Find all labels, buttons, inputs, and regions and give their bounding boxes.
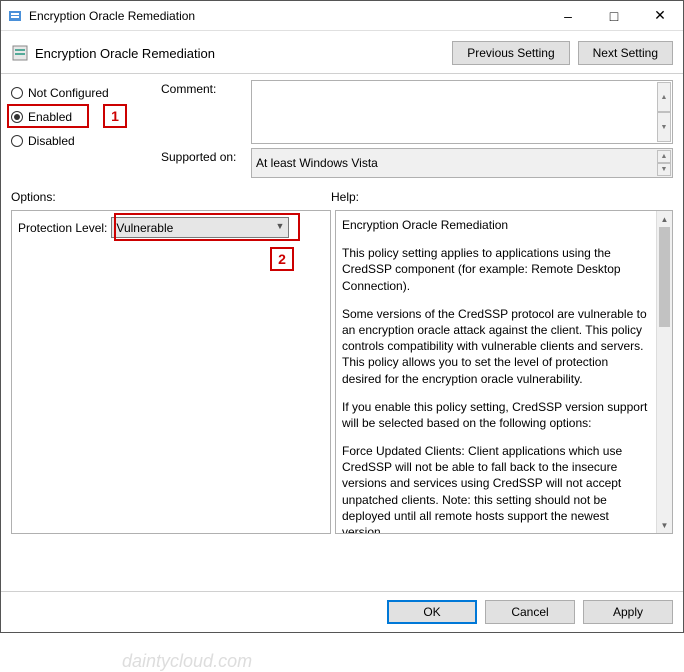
ok-button[interactable]: OK — [387, 600, 477, 624]
spin-buttons[interactable]: ▲▼ — [657, 150, 671, 176]
help-text: Encryption Oracle Remediation This polic… — [336, 211, 656, 533]
protection-level-select[interactable]: Vulnerable ▼ — [111, 217, 289, 238]
app-icon — [7, 8, 23, 24]
radio-icon — [11, 87, 23, 99]
help-paragraph: Force Updated Clients: Client applicatio… — [342, 443, 650, 533]
radio-icon — [11, 111, 23, 123]
options-label: Options: — [11, 190, 331, 204]
maximize-button[interactable]: □ — [591, 1, 637, 30]
radio-label: Disabled — [28, 134, 75, 148]
supported-on-label: Supported on: — [161, 148, 251, 164]
help-paragraph: If you enable this policy setting, CredS… — [342, 399, 650, 431]
radio-disabled[interactable]: Disabled — [11, 130, 151, 152]
help-panel: Encryption Oracle Remediation This polic… — [335, 210, 673, 534]
policy-icon — [11, 44, 29, 62]
chevron-up-icon: ▲ — [657, 82, 671, 112]
supported-on-value: At least Windows Vista — [256, 156, 378, 170]
state-radios: Not Configured Enabled Disabled 1 — [11, 80, 151, 182]
annotation-number-2: 2 — [270, 247, 294, 271]
help-paragraph: Some versions of the CredSSP protocol ar… — [342, 306, 650, 387]
dialog-window: Encryption Oracle Remediation – □ ✕ Encr… — [0, 0, 684, 633]
apply-button[interactable]: Apply — [583, 600, 673, 624]
close-button[interactable]: ✕ — [637, 1, 683, 30]
previous-setting-button[interactable]: Previous Setting — [452, 41, 569, 65]
page-title: Encryption Oracle Remediation — [35, 46, 452, 61]
chevron-down-icon: ▼ — [657, 163, 671, 176]
options-panel: Protection Level: Vulnerable ▼ 2 daintyc… — [11, 210, 331, 534]
help-label: Help: — [331, 190, 673, 204]
window-title: Encryption Oracle Remediation — [29, 9, 545, 23]
scrollbar[interactable]: ▲ ▼ — [656, 211, 672, 533]
titlebar: Encryption Oracle Remediation – □ ✕ — [1, 1, 683, 31]
radio-not-configured[interactable]: Not Configured — [11, 82, 151, 104]
dialog-footer: OK Cancel Apply — [1, 591, 683, 632]
scroll-down-icon: ▼ — [657, 517, 672, 533]
help-paragraph: Encryption Oracle Remediation — [342, 217, 650, 233]
spin-buttons[interactable]: ▲▼ — [657, 82, 671, 142]
protection-level-label: Protection Level: — [18, 221, 107, 235]
watermark: daintycloud.com — [122, 651, 252, 672]
chevron-down-icon: ▼ — [657, 112, 671, 142]
radio-label: Not Configured — [28, 86, 109, 100]
supported-on-field: At least Windows Vista ▲▼ — [251, 148, 673, 178]
scroll-thumb[interactable] — [659, 227, 670, 327]
help-paragraph: This policy setting applies to applicati… — [342, 245, 650, 294]
radio-enabled[interactable]: Enabled — [11, 106, 151, 128]
chevron-up-icon: ▲ — [657, 150, 671, 163]
chevron-down-icon: ▼ — [275, 221, 284, 231]
comment-label: Comment: — [161, 80, 251, 96]
minimize-button[interactable]: – — [545, 1, 591, 30]
cancel-button[interactable]: Cancel — [485, 600, 575, 624]
scroll-up-icon: ▲ — [657, 211, 672, 227]
comment-textarea[interactable]: ▲▼ — [251, 80, 673, 144]
annotation-number-1: 1 — [103, 104, 127, 128]
next-setting-button[interactable]: Next Setting — [578, 41, 673, 65]
radio-icon — [11, 135, 23, 147]
radio-label: Enabled — [28, 110, 72, 124]
protection-level-value: Vulnerable — [116, 221, 173, 235]
header: Encryption Oracle Remediation Previous S… — [1, 31, 683, 73]
